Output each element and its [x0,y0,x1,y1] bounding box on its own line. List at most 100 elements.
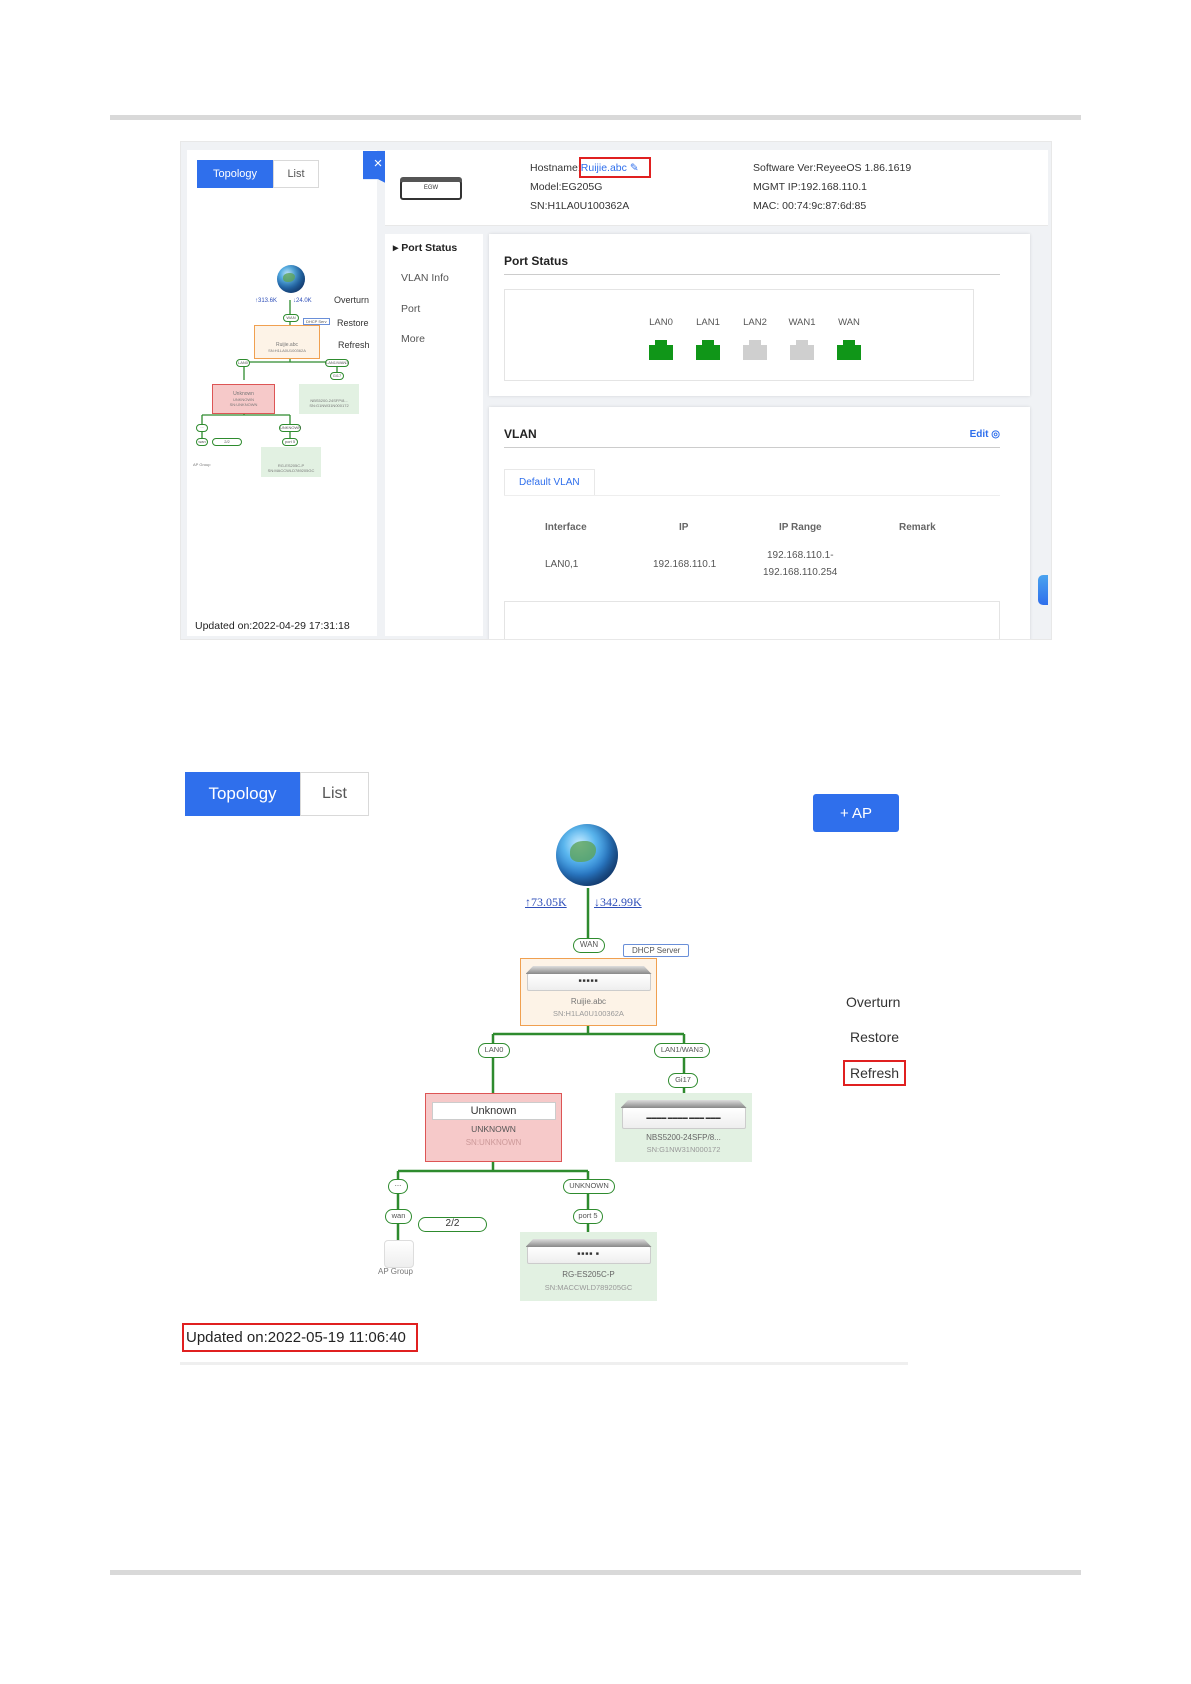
vlan-divider [504,447,1000,448]
mini-wan-small-tag: wan [196,438,208,446]
es205c-model: RG-ES205C-P [562,1270,615,1279]
port-lan0[interactable]: LAN0 [641,317,681,360]
device-detail-panel: EGW Hostname:Ruijie.abc ✎ Model:EG205G S… [385,150,1048,639]
root-device-sn: SN:H1LA0U100362A [553,1009,624,1018]
lan1-wan3-port-tag: LAN1/WAN3 [654,1043,710,1058]
mgmt-ip: MGMT IP:192.168.110.1 [753,181,868,193]
tab-list-large[interactable]: List [300,772,369,816]
switch-device-icon: ▬▬▬▬ ▬▬▬▬ ▬▬▬ ▬▬▬ [621,1107,746,1129]
mini-action-refresh[interactable]: Refresh [338,340,370,350]
mini-es-sn: SN:MACCWLD789205GC [267,468,315,473]
nav-more[interactable]: More [401,333,425,345]
root-gateway-device[interactable]: ■■■■■ Ruijie.abc SN:H1LA0U100362A [520,958,657,1026]
mini-ap-group-label: AP Group [193,462,211,467]
port-lan2[interactable]: LAN2 [735,317,775,360]
nbs5200-switch[interactable]: ▬▬▬▬ ▬▬▬▬ ▬▬▬ ▬▬▬ NBS5200-24SFP/8... SN:… [615,1093,752,1162]
vlan-interface-value: LAN0,1 [545,559,579,570]
ap-group-icon[interactable] [384,1240,414,1268]
wan-port-tag: WAN [573,938,605,953]
port5-tag: port 5 [573,1209,603,1224]
panel-bottom-line [180,1362,908,1365]
tab-topology-large[interactable]: Topology [185,772,300,816]
ethernet-port-icon [743,340,767,360]
action-refresh[interactable]: Refresh [843,1060,907,1086]
unknown-device[interactable]: Unknown UNKNOWN SN:UNKNOWN [425,1093,562,1162]
vlan-col-interface: Interface [545,522,587,533]
es205c-port-dots: ■■■■ ■ [577,1251,600,1257]
mini-switch-sn: SN:G1NW31N000172 [309,403,349,408]
vlan-tab-line [504,495,1000,496]
topology-panel: Topology List × ↑313.6K ↓24.0K Overturn … [187,150,393,636]
view-toggle: Topology List [197,160,319,188]
model-value: Model:EG205G [530,181,603,193]
port-wan[interactable]: WAN [829,317,869,360]
es205c-sn: SN:MACCWLD789205GC [544,1283,633,1292]
mini-port5-tag: port 5 [282,438,298,446]
mini-root-sn: SN:H1LA0U100362A [268,348,306,353]
mini-dots-tag: ... [196,424,208,432]
vlan-col-remark: Remark [899,522,936,533]
tab-default-vlan[interactable]: Default VLAN [504,469,595,495]
hostname-highlight [579,157,651,178]
port-status-title: Port Status [504,254,569,268]
port-lan1[interactable]: LAN1 [688,317,728,360]
software-version: Software Ver:ReyeeOS 1.86.1619 [753,162,912,174]
port-wan1[interactable]: WAN1 [782,317,822,360]
mini-switch-device[interactable]: NBS5200-24SFP/8... SN:G1NW31N000172 [299,384,359,414]
mini-action-restore[interactable]: Restore [337,318,369,328]
view-toggle-large: Topology List [185,772,369,816]
mac-address: MAC: 00:74:9c:87:6d:85 [753,200,867,212]
ethernet-port-icon [837,340,861,360]
top-divider [110,115,1081,120]
hostname-label: Hostname: [530,162,581,174]
action-restore[interactable]: Restore [850,1029,899,1045]
bottom-divider [110,1570,1081,1575]
tab-list[interactable]: List [273,160,319,188]
upload-rate: ↑73.05K [525,895,567,909]
device-header: EGW Hostname:Ruijie.abc ✎ Model:EG205G S… [385,150,1048,226]
ellipsis-port-tag: ... [388,1179,408,1194]
ethernet-port-icon [696,340,720,360]
device-detail-screenshot: Topology List × ↑313.6K ↓24.0K Overturn … [180,141,1052,640]
vlan-edit-link[interactable]: Edit ◎ [970,429,1000,440]
es205c-device-icon: ■■■■ ■ [526,1246,651,1264]
tab-topology[interactable]: Topology [197,160,273,188]
nav-port-status[interactable]: ▸ Port Status [393,242,457,254]
unknown-port-tag: UNKNOWN [563,1179,615,1194]
gi17-port-tag: Gi17 [668,1073,698,1088]
unknown-device-model: UNKNOWN [471,1124,516,1134]
lan0-port-tag: LAN0 [478,1043,510,1058]
port-status-divider [504,274,1000,275]
mini-action-overturn[interactable]: Overturn [334,295,369,305]
nav-vlan-info[interactable]: VLAN Info [401,272,449,284]
mini-download-rate: ↓24.0K [293,298,312,304]
mini-unknown-device[interactable]: Unknown UNKNOWN SN:UNKNOWN [212,384,275,414]
unknown-device-icon: Unknown [431,1102,556,1120]
action-overturn[interactable]: Overturn [846,994,900,1010]
vlan-ip-value: 192.168.110.1 [653,559,717,570]
mini-root-device[interactable]: Ruijie.abc SN:H1LA0U100362A [254,325,320,359]
es205c-switch[interactable]: ■■■■ ■ RG-ES205C-P SN:MACCWLD789205GC [520,1232,657,1301]
vlan-card: VLAN Edit ◎ Default VLAN Interface IP IP… [489,407,1030,639]
ap-group-label: AP Group [378,1267,413,1276]
mini-lan0-tag: LAN0 [236,359,250,367]
mini-es-device[interactable]: RG-ES205C-P SN:MACCWLD789205GC [261,447,321,477]
ap-count-tag: 2/2 [418,1217,487,1232]
internet-globe-icon [277,265,305,293]
switch-sn: SN:G1NW31N000172 [646,1145,721,1154]
add-ap-button[interactable]: + AP [813,794,899,832]
port-lan2-label: LAN2 [743,317,767,328]
port-status-card: Port Status LAN0 LAN1 LAN2 WAN1 WAN [489,234,1030,396]
nav-port[interactable]: Port [401,303,420,315]
help-chat-icon[interactable] [1038,575,1048,605]
port-panel: LAN0 LAN1 LAN2 WAN1 WAN [504,289,974,381]
updated-timestamp-large: Updated on:2022-05-19 11:06:40 [182,1323,418,1352]
port-wan-label: WAN [838,317,860,328]
unknown-device-sn: SN:UNKNOWN [465,1138,522,1147]
gateway-port-dots: ■■■■■ [578,978,599,984]
switch-port-dots: ▬▬▬▬ ▬▬▬▬ ▬▬▬ ▬▬▬ [646,1115,721,1121]
switch-model: NBS5200-24SFP/8... [646,1133,721,1142]
port-lan0-label: LAN0 [649,317,673,328]
mini-lan1-tag: LAN1/WAN3 [325,359,349,367]
mini-wan-tag: WAN [283,314,299,322]
